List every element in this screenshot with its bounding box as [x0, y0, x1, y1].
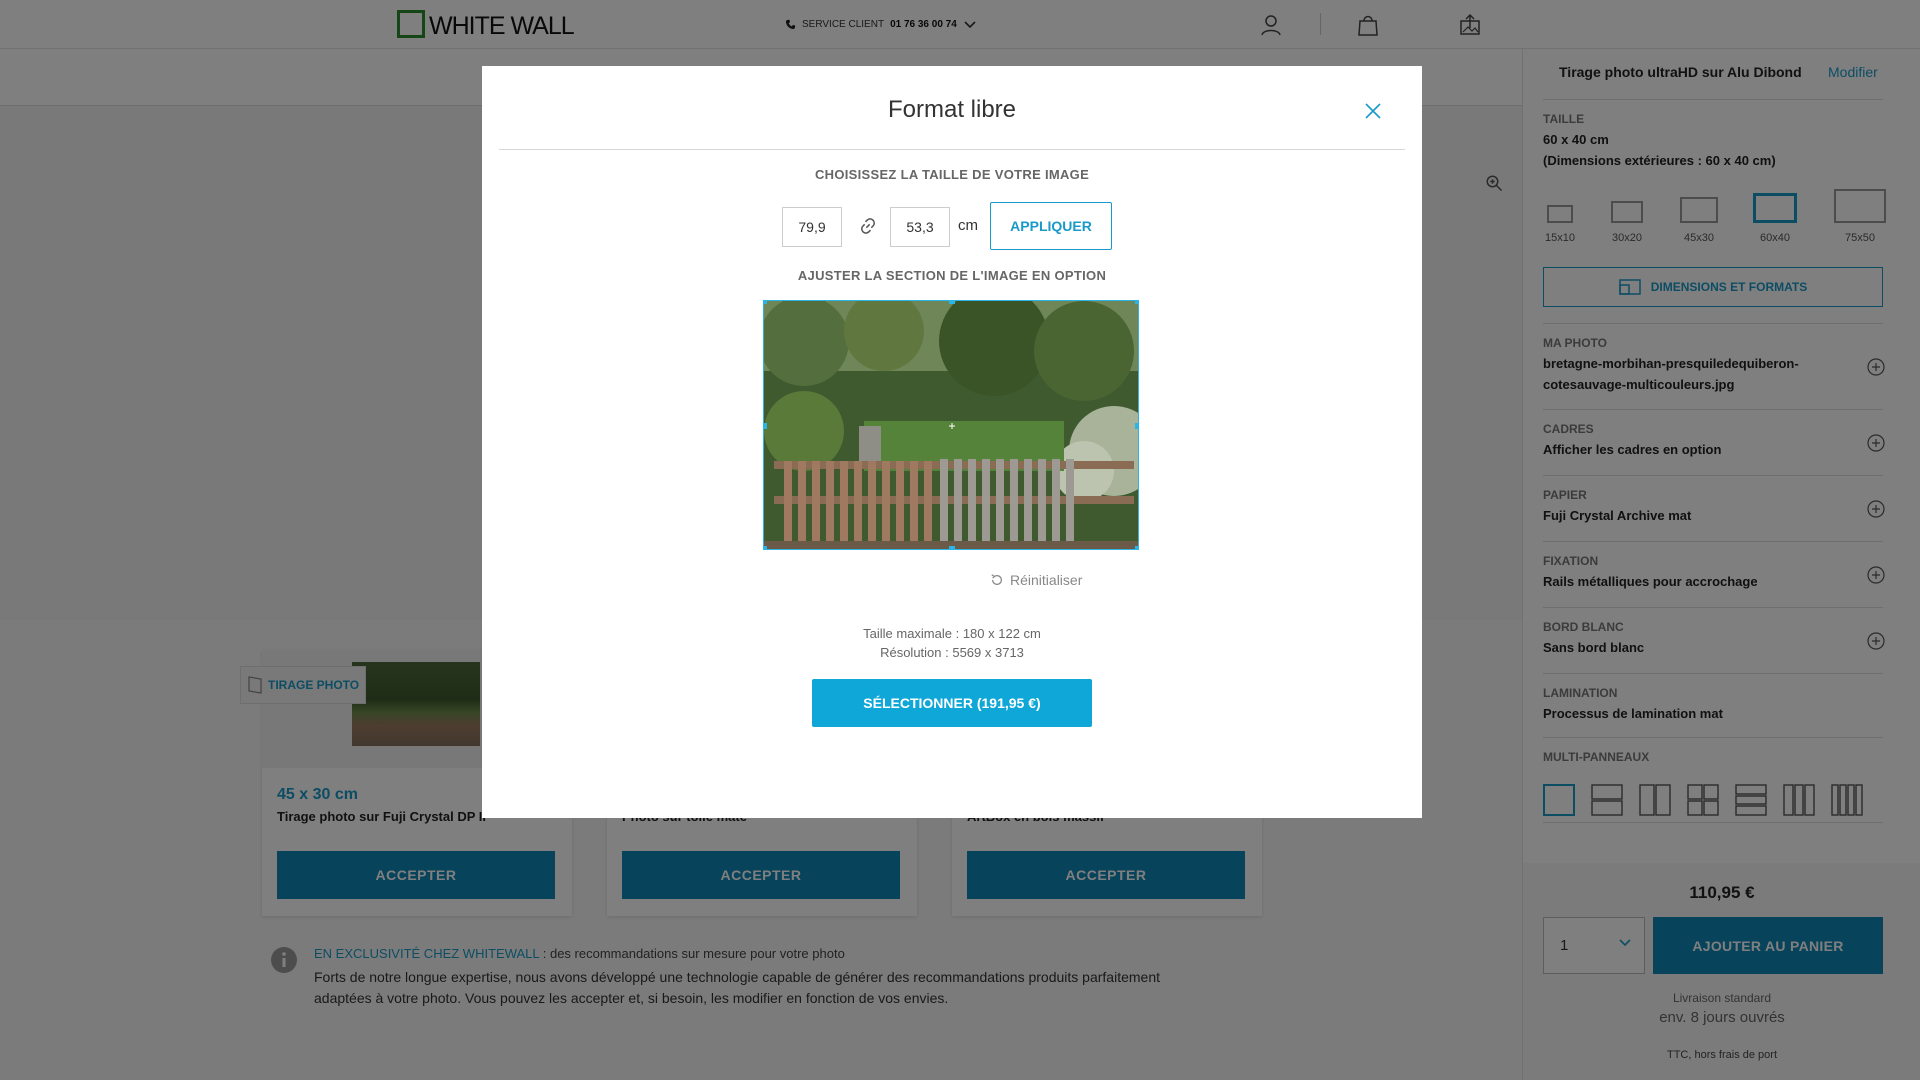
- resolution: Résolution : 5569 x 3713: [880, 645, 1024, 660]
- close-icon[interactable]: [1362, 100, 1384, 122]
- modal-divider: [499, 149, 1405, 150]
- reset-button[interactable]: Réinitialiser: [990, 572, 1082, 588]
- select-button[interactable]: SÉLECTIONNER (191,95 €): [812, 679, 1092, 727]
- modal-title: Format libre: [887, 96, 1017, 123]
- choose-size-heading: CHOISISSEZ LA TAILLE DE VOTRE IMAGE: [814, 167, 1090, 182]
- crop-photo: [764, 301, 1138, 549]
- link-icon[interactable]: [858, 216, 878, 236]
- reset-label: Réinitialiser: [1010, 572, 1083, 588]
- width-input[interactable]: [782, 207, 842, 247]
- format-libre-modal: Format libre CHOISISSEZ LA TAILLE DE VOT…: [482, 66, 1422, 818]
- crop-handle[interactable]: [764, 546, 767, 549]
- crop-handle[interactable]: [1135, 546, 1138, 549]
- crop-area[interactable]: [763, 300, 1139, 550]
- crop-handle[interactable]: [764, 423, 767, 429]
- reset-icon: [991, 574, 1002, 585]
- crop-handle[interactable]: [1135, 423, 1138, 429]
- crop-handle[interactable]: [949, 301, 955, 304]
- crop-handle[interactable]: [949, 546, 955, 549]
- height-input[interactable]: [890, 207, 950, 247]
- crop-handle[interactable]: [1135, 301, 1138, 304]
- apply-button[interactable]: APPLIQUER: [990, 202, 1112, 250]
- adjust-section-heading: AJUSTER LA SECTION DE L'IMAGE EN OPTION: [797, 268, 1107, 283]
- crop-handle[interactable]: [764, 301, 767, 304]
- unit-label: cm: [958, 217, 978, 234]
- max-size: Taille maximale : 180 x 122 cm: [863, 626, 1041, 641]
